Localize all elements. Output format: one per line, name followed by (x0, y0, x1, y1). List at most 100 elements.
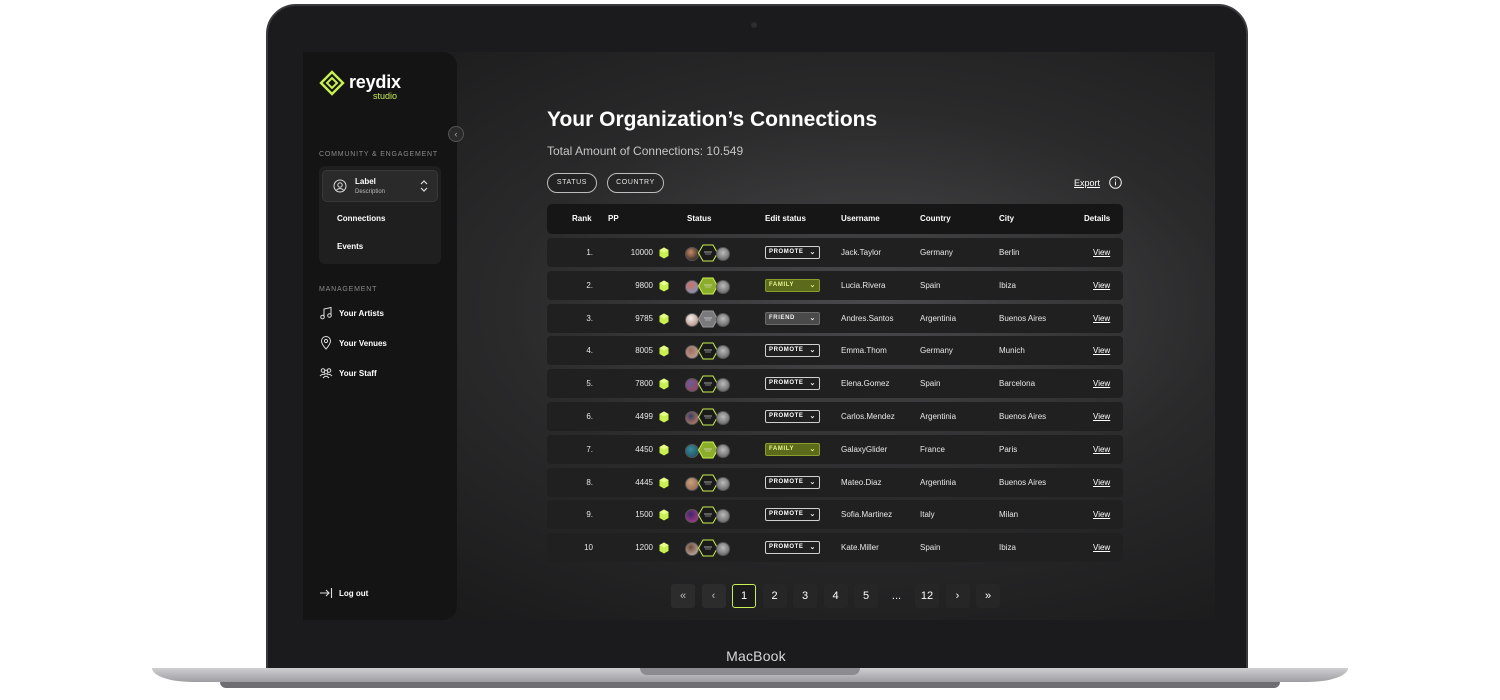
edit-status-select[interactable]: PROMOTE ⌄ (765, 410, 820, 423)
th-country[interactable]: Country (920, 214, 951, 223)
table-row[interactable]: 7. 4450 FAMILY ⌄ GalaxyGlider France Paris View (547, 434, 1123, 464)
th-rank[interactable]: Rank (572, 214, 592, 223)
table-row[interactable]: 10 1200 PROMOTE ⌄ Kate.Miller Spain Ibiza View (547, 533, 1123, 563)
th-pp[interactable]: PP (608, 214, 619, 223)
edit-status-select[interactable]: FRIEND ⌄ (765, 311, 820, 325)
sidebar-item-events[interactable]: Events (337, 242, 363, 251)
pp-cell: 7800 (635, 379, 653, 389)
avatar (685, 345, 699, 360)
country-cell: Argentinia (920, 412, 957, 421)
table-row[interactable]: 4. 8005 PROMOTE ⌄ Emma.Thom Germany Munich View (547, 336, 1123, 366)
status-group[interactable] (685, 375, 733, 393)
edit-status-select[interactable]: PROMOTE ⌄ (765, 508, 820, 522)
table-row[interactable]: 8. 4445 PROMOTE ⌄ Mateo.Diaz Argentinia Buenos… (547, 467, 1123, 497)
label-selector[interactable]: Label Description (322, 170, 438, 202)
nav-label: Your Staff (339, 369, 377, 378)
avatar (685, 476, 699, 491)
country-cell: Germany (920, 346, 953, 356)
pp-cell: 4450 (635, 444, 653, 454)
th-edit-status[interactable]: Edit status (765, 214, 806, 223)
table-row[interactable]: 2. 9800 FAMILY ⌄ Lucia.Rivera Spain Ibiza View (547, 270, 1123, 300)
gem-icon (659, 542, 669, 554)
status-group[interactable] (685, 342, 733, 360)
status-group[interactable] (685, 506, 733, 524)
th-status[interactable]: Status (687, 214, 711, 223)
th-city[interactable]: City (999, 214, 1014, 223)
view-link[interactable]: View (1093, 510, 1110, 519)
view-link[interactable]: View (1093, 412, 1110, 421)
table-row[interactable]: 3. 9785 FRIEND ⌄ Andres.Santos Argentinia Buen… (547, 303, 1123, 333)
edit-status-value: PROMOTE (769, 478, 804, 485)
edit-status-select[interactable]: PROMOTE ⌄ (765, 246, 820, 259)
view-link[interactable]: View (1093, 314, 1110, 323)
th-details[interactable]: Details (1084, 214, 1110, 223)
view-link[interactable]: View (1093, 478, 1110, 487)
view-link[interactable]: View (1093, 445, 1110, 454)
first-page-button[interactable]: « (671, 584, 695, 608)
city-cell: Barcelona (999, 379, 1036, 389)
page-last-number-button[interactable]: 12 (915, 584, 939, 608)
city-cell: Munich (999, 346, 1025, 356)
page-1-button[interactable]: 1 (732, 584, 756, 608)
table-row[interactable]: 9. 1500 PROMOTE ⌄ Sofia.Martinez Italy Milan Vi… (547, 500, 1123, 530)
pagination-ellipsis: ... (891, 590, 902, 602)
info-icon[interactable] (1109, 176, 1122, 189)
filter-status-button[interactable]: STATUS (547, 173, 597, 193)
status-group[interactable] (685, 441, 733, 459)
view-link[interactable]: View (1093, 248, 1110, 257)
page-2-button[interactable]: 2 (762, 584, 787, 608)
page-4-button[interactable]: 4 (823, 584, 848, 608)
country-cell: Spain (920, 379, 941, 389)
avatar (685, 279, 699, 294)
status-group[interactable] (685, 539, 733, 557)
avatar (685, 509, 699, 524)
export-link[interactable]: Export (1074, 178, 1100, 188)
username-cell: Andres.Santos (841, 313, 894, 323)
table-row[interactable]: 5. 7800 PROMOTE ⌄ Elena.Gomez Spain Barcelona V… (547, 369, 1123, 399)
edit-status-select[interactable]: FAMILY ⌄ (765, 442, 820, 456)
chevron-down-icon: ⌄ (809, 511, 816, 519)
edit-status-select[interactable]: PROMOTE ⌄ (765, 475, 820, 489)
last-page-button[interactable]: » (976, 584, 1000, 608)
community-group: Label Description Connections Events (319, 166, 441, 264)
view-link[interactable]: View (1093, 281, 1110, 290)
status-group[interactable] (685, 408, 733, 426)
collapse-sidebar-button[interactable]: ‹ (448, 126, 464, 142)
gem-icon (659, 378, 669, 390)
view-link[interactable]: View (1093, 379, 1110, 388)
user-circle-icon (333, 179, 347, 193)
status-group[interactable] (685, 474, 733, 492)
avatar (716, 509, 730, 524)
edit-status-value: FAMILY (769, 281, 795, 288)
username-cell: Jack.Taylor (841, 248, 882, 257)
sidebar-item-venues[interactable]: Your Venues (319, 336, 439, 352)
sidebar-item-artists[interactable]: Your Artists (319, 306, 439, 322)
city-cell: Buenos Aires (999, 477, 1047, 487)
logout-icon (320, 588, 333, 598)
sidebar-item-connections[interactable]: Connections (337, 214, 385, 223)
status-group[interactable] (685, 244, 733, 262)
status-hex-icon (698, 277, 718, 295)
status-group[interactable] (685, 310, 733, 328)
next-page-button[interactable]: › (945, 584, 970, 608)
edit-status-select[interactable]: PROMOTE ⌄ (765, 377, 820, 391)
page-5-button[interactable]: 5 (854, 584, 878, 608)
brand-logo[interactable]: reydix studio (319, 68, 419, 102)
sidebar-item-staff[interactable]: Your Staff (319, 366, 439, 382)
country-cell: Argentinia (920, 313, 957, 323)
th-username[interactable]: Username (841, 214, 880, 223)
filter-country-button[interactable]: COUNTRY (607, 173, 664, 193)
status-group[interactable] (685, 277, 733, 295)
logout-label: Log out (339, 589, 369, 598)
view-link[interactable]: View (1093, 543, 1110, 552)
edit-status-select[interactable]: PROMOTE ⌄ (765, 541, 820, 555)
prev-page-button[interactable]: ‹ (701, 584, 726, 608)
logout-button[interactable]: Log out (319, 586, 419, 602)
edit-status-select[interactable]: FAMILY ⌄ (765, 278, 820, 292)
edit-status-value: PROMOTE (769, 544, 804, 551)
table-row[interactable]: 1. 10000 PROMOTE ⌄ Jack.Taylor Germany Berlin V… (547, 238, 1123, 267)
edit-status-select[interactable]: PROMOTE ⌄ (765, 344, 820, 358)
view-link[interactable]: View (1093, 346, 1110, 355)
table-row[interactable]: 6. 4499 PROMOTE ⌄ Carlos.Mendez Argentinia Bue… (547, 402, 1123, 431)
page-3-button[interactable]: 3 (793, 584, 817, 608)
